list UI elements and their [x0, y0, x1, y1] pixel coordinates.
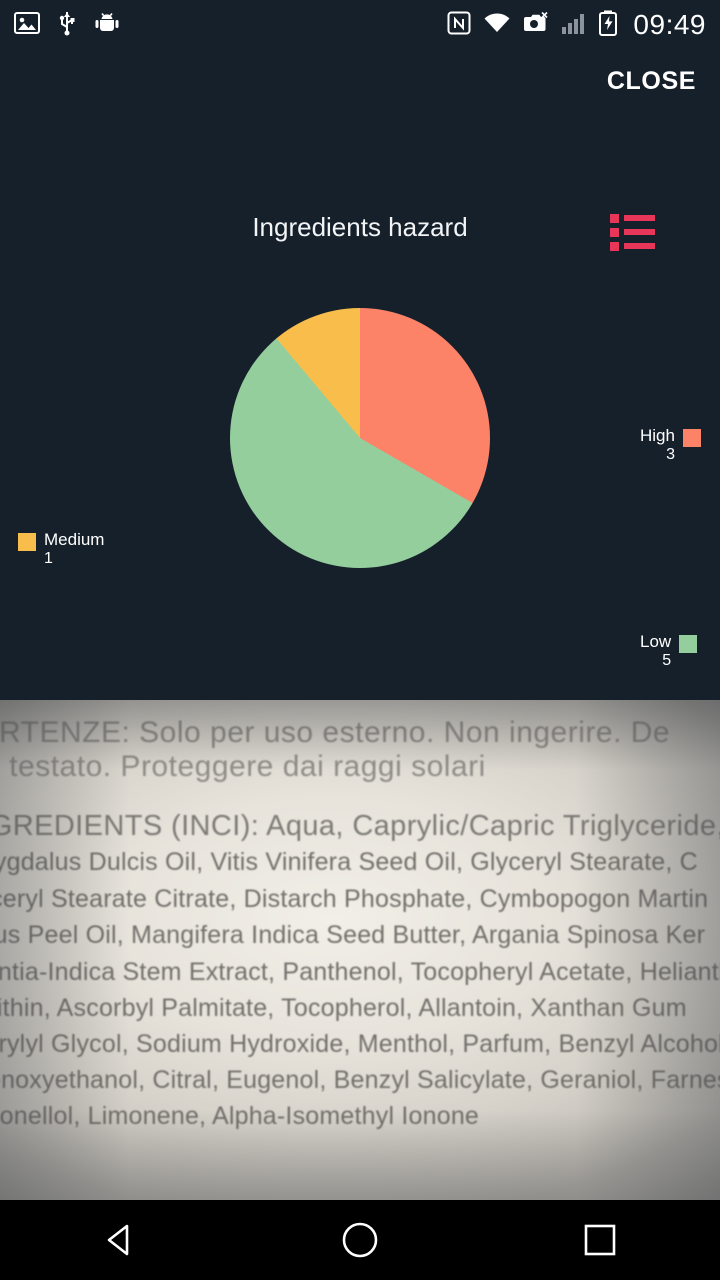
photo-line: VERTENZE: Solo per uso esterno. Non inge…	[0, 716, 671, 749]
photo-line: Caprylyl Glycol, Sodium Hydroxide, Menth…	[0, 1030, 720, 1058]
android-nav-bar	[0, 1200, 720, 1280]
legend-label-high: High	[640, 426, 675, 445]
pie-slices	[230, 308, 490, 568]
legend-text-medium: Medium 1	[44, 530, 104, 568]
image-icon	[14, 11, 40, 39]
pie-chart	[230, 308, 490, 568]
circle-home-icon[interactable]	[300, 1200, 420, 1280]
legend-value-high: 3	[666, 446, 675, 463]
legend-label-low: Low	[640, 632, 672, 651]
legend-label-medium: Medium	[44, 530, 105, 549]
nfc-icon	[447, 11, 471, 40]
photo-line: Glyceryl Stearate Citrate, Distarch Phos…	[0, 885, 709, 913]
legend-item-low[interactable]: Low 5	[640, 632, 698, 670]
legend-text-high: High 3	[640, 426, 675, 464]
status-bar: 09:49	[0, 0, 720, 50]
chart-panel: Ingredients hazard High 3 Low 5 Medium 1	[0, 112, 720, 700]
label-photo: VERTENZE: Solo per uso esterno. Non inge…	[0, 700, 720, 1200]
legend-swatch-low	[679, 635, 698, 653]
usb-icon	[58, 10, 76, 41]
photo-line: Citronellol, Limonene, Alpha-Isomethyl I…	[0, 1102, 480, 1130]
top-action-bar: CLOSE	[0, 50, 720, 112]
photo-line: Amygdalus Dulcis Oil, Vitis Vinifera See…	[0, 848, 698, 876]
status-bar-right-icons: 09:49	[447, 9, 706, 41]
photo-line: Lecithin, Ascorbyl Palmitate, Tocopherol…	[0, 994, 687, 1022]
status-bar-left-icons	[14, 10, 120, 41]
legend-value-low: 5	[662, 652, 672, 669]
photo-line: no testato. Proteggere dai raggi solari	[0, 750, 486, 783]
screenshot-error-icon	[523, 11, 549, 40]
list-icon[interactable]	[608, 210, 658, 256]
wifi-icon	[483, 12, 511, 39]
photo-line: Citrus Peel Oil, Mangifera Indica Seed B…	[0, 921, 706, 949]
photo-line: Phenoxyethanol, Citral, Eugenol, Benzyl …	[0, 1066, 720, 1094]
app-screen: 09:49 CLOSE Ingredients hazard High 3 Lo…	[0, 0, 720, 1280]
legend-value-medium: 1	[44, 550, 53, 567]
legend-text-low: Low 5	[640, 632, 671, 670]
android-debug-icon	[94, 11, 120, 40]
status-bar-clock: 09:49	[633, 9, 706, 40]
photo-line: INGREDIENTS (INCI): Aqua, Caprylic/Capri…	[0, 810, 720, 842]
battery-charging-icon	[599, 10, 618, 41]
square-recents-icon[interactable]	[540, 1200, 660, 1280]
legend-item-high[interactable]: High 3	[640, 426, 701, 464]
photo-line: Opuntia-Indica Stem Extract, Panthenol, …	[0, 958, 720, 986]
legend-swatch-medium	[18, 533, 36, 551]
triangle-back-icon[interactable]	[60, 1200, 180, 1280]
signal-icon	[561, 11, 587, 40]
close-button[interactable]: CLOSE	[607, 67, 696, 96]
legend-swatch-high	[682, 429, 701, 447]
legend-item-medium[interactable]: Medium 1	[18, 530, 104, 568]
